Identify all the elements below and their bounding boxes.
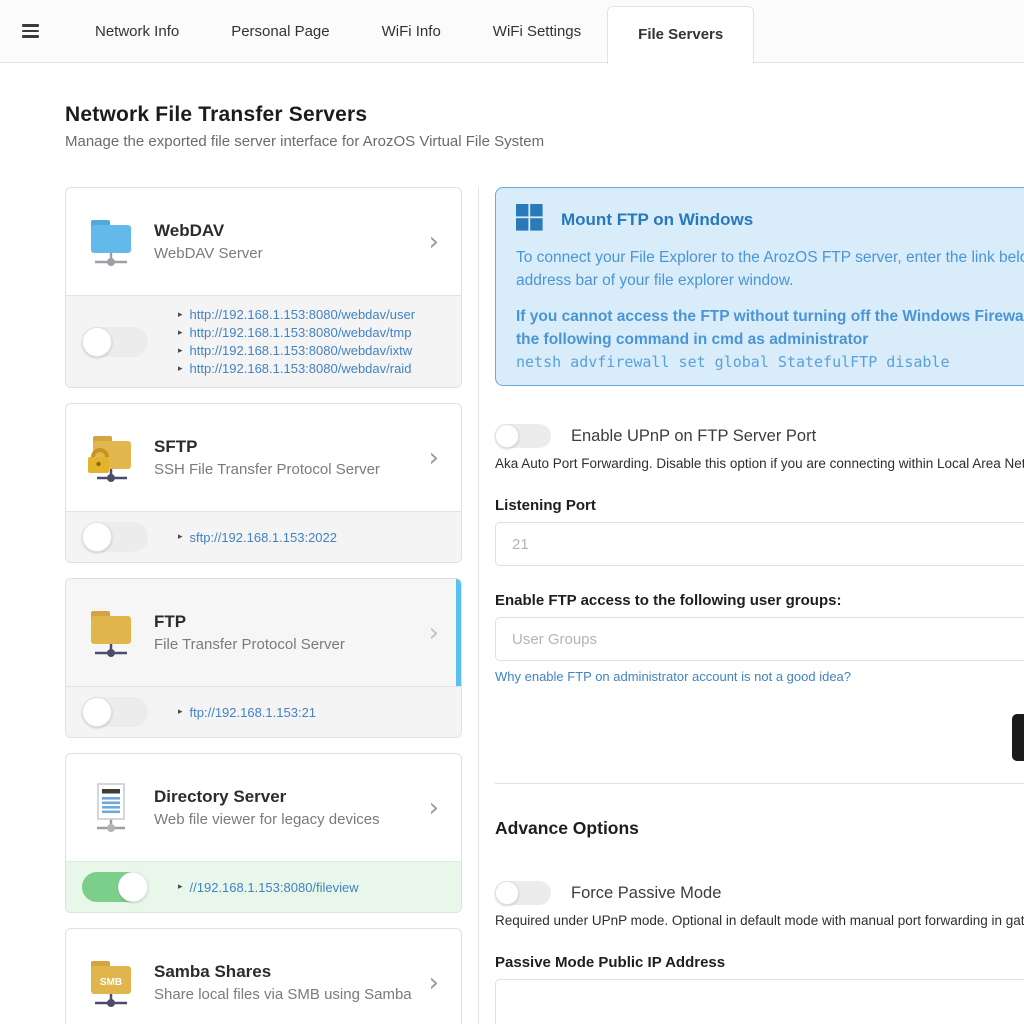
link-bullet-icon: ▸	[178, 882, 183, 892]
chevron-right-icon: ›	[425, 229, 443, 255]
mount-ftp-info-box: Mount FTP on Windows To connect your Fil…	[495, 187, 1024, 386]
sftp-link[interactable]: sftp://192.168.1.153:2022	[190, 529, 337, 546]
link-bullet-icon: ▸	[178, 364, 183, 374]
server-card-sftp: SFTP SSH File Transfer Protocol Server ›…	[65, 403, 462, 563]
server-card-samba: SMB Samba Shares Share local files via S…	[65, 928, 462, 1024]
chevron-right-icon: ›	[425, 970, 443, 996]
directory-link[interactable]: //192.168.1.153:8080/fileview	[190, 879, 359, 896]
public-ip-label: Passive Mode Public IP Address	[495, 954, 1024, 971]
server-name: FTP	[154, 612, 425, 632]
listening-port-label: Listening Port	[495, 497, 1024, 514]
webdav-enable-toggle[interactable]	[82, 327, 148, 357]
server-name: Directory Server	[154, 787, 425, 807]
server-card-webdav: WebDAV WebDAV Server › ▸ http://192.168.1…	[65, 187, 462, 388]
page-subtitle: Manage the exported file server interfac…	[65, 133, 1024, 150]
network-folder-lock-icon	[84, 431, 138, 485]
server-description: Web file viewer for legacy devices	[154, 811, 425, 828]
info-box-title: Mount FTP on Windows	[561, 210, 753, 230]
server-card-ftp-header[interactable]: FTP File Transfer Protocol Server ›	[66, 579, 461, 686]
server-card-webdav-footer: ▸ http://192.168.1.153:8080/webdav/user ▸…	[66, 295, 461, 387]
selected-accent-bar	[456, 579, 461, 686]
webdav-link[interactable]: http://192.168.1.153:8080/webdav/user	[190, 306, 416, 323]
column-divider	[478, 187, 479, 1024]
server-card-sftp-footer: ▸ sftp://192.168.1.153:2022	[66, 511, 461, 562]
info-box-paragraph: To connect your File Explorer to the Aro…	[516, 246, 1024, 293]
document-server-icon	[84, 781, 138, 835]
server-name: Samba Shares	[154, 962, 425, 982]
webdav-link[interactable]: http://192.168.1.153:8080/webdav/ixtw	[190, 342, 413, 359]
ftp-settings-panel: Mount FTP on Windows To connect your Fil…	[495, 187, 1024, 1024]
directory-enable-toggle[interactable]	[82, 872, 148, 902]
hamburger-icon[interactable]	[22, 24, 39, 38]
sftp-enable-toggle[interactable]	[82, 522, 148, 552]
listening-port-input[interactable]	[495, 522, 1024, 566]
server-card-samba-header[interactable]: SMB Samba Shares Share local files via S…	[66, 929, 461, 1024]
server-card-directory-footer: ▸ //192.168.1.153:8080/fileview	[66, 861, 461, 912]
user-groups-label: Enable FTP access to the following user …	[495, 592, 1024, 609]
info-box-command: netsh advfirewall set global StatefulFTP…	[516, 353, 1024, 371]
server-description: Share local files via SMB using Samba	[154, 986, 425, 1003]
tab-wifi-info[interactable]: WiFi Info	[356, 23, 467, 40]
admin-ftp-warning-link[interactable]: Why enable FTP on administrator account …	[495, 669, 851, 684]
windows-logo-icon	[516, 204, 543, 236]
user-groups-input[interactable]	[495, 617, 1024, 661]
server-card-ftp-footer: ▸ ftp://192.168.1.153:21	[66, 686, 461, 737]
force-passive-label: Force Passive Mode	[571, 884, 721, 903]
advance-options-heading: Advance Options	[495, 818, 1024, 839]
chevron-right-icon: ›	[425, 620, 443, 646]
smb-folder-icon: SMB	[84, 956, 138, 1010]
server-description: File Transfer Protocol Server	[154, 636, 425, 653]
network-folder-yellow-icon	[84, 606, 138, 660]
top-navigation: Network Info Personal Page WiFi Info WiF…	[0, 0, 1024, 63]
server-card-directory-header[interactable]: Directory Server Web file viewer for leg…	[66, 754, 461, 861]
server-description: WebDAV Server	[154, 245, 425, 262]
server-name: WebDAV	[154, 221, 425, 241]
link-bullet-icon: ▸	[178, 310, 183, 320]
server-card-webdav-header[interactable]: WebDAV WebDAV Server ›	[66, 188, 461, 295]
link-bullet-icon: ▸	[178, 532, 183, 542]
update-button[interactable]: Update	[1012, 714, 1024, 761]
link-bullet-icon: ▸	[178, 328, 183, 338]
network-folder-blue-icon	[84, 215, 138, 269]
ftp-link[interactable]: ftp://192.168.1.153:21	[190, 704, 317, 721]
webdav-link[interactable]: http://192.168.1.153:8080/webdav/tmp	[190, 324, 412, 341]
public-ip-input[interactable]	[495, 979, 1024, 1024]
force-passive-toggle[interactable]	[495, 881, 551, 905]
chevron-right-icon: ›	[425, 445, 443, 471]
link-bullet-icon: ▸	[178, 707, 183, 717]
ftp-enable-toggle[interactable]	[82, 697, 148, 727]
chevron-right-icon: ›	[425, 795, 443, 821]
webdav-link[interactable]: http://192.168.1.153:8080/webdav/raid	[190, 360, 412, 377]
upnp-toggle[interactable]	[495, 424, 551, 448]
section-divider	[495, 783, 1024, 784]
server-description: SSH File Transfer Protocol Server	[154, 461, 425, 478]
server-card-ftp: FTP File Transfer Protocol Server › ▸ ftp…	[65, 578, 462, 738]
server-card-directory: Directory Server Web file viewer for leg…	[65, 753, 462, 913]
svg-text:SMB: SMB	[100, 977, 122, 988]
upnp-toggle-label: Enable UPnP on FTP Server Port	[571, 427, 816, 446]
server-card-list: WebDAV WebDAV Server › ▸ http://192.168.1…	[65, 187, 462, 1024]
info-box-warning: If you cannot access the FTP without tur…	[516, 305, 1024, 352]
page-title: Network File Transfer Servers	[65, 103, 1024, 127]
upnp-helper-text: Aka Auto Port Forwarding. Disable this o…	[495, 456, 1024, 471]
tab-personal-page[interactable]: Personal Page	[205, 23, 355, 40]
force-passive-helper-text: Required under UPnP mode. Optional in de…	[495, 913, 1024, 928]
server-name: SFTP	[154, 437, 425, 457]
tab-file-servers[interactable]: File Servers	[607, 6, 754, 65]
tab-network-info[interactable]: Network Info	[69, 23, 205, 40]
tab-wifi-settings[interactable]: WiFi Settings	[467, 23, 607, 40]
server-card-sftp-header[interactable]: SFTP SSH File Transfer Protocol Server ›	[66, 404, 461, 511]
link-bullet-icon: ▸	[178, 346, 183, 356]
